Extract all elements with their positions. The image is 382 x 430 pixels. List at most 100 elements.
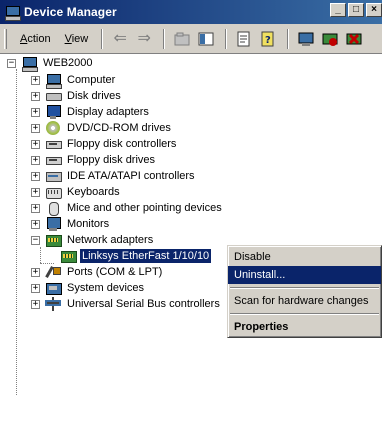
window-title: Device Manager [24, 5, 117, 19]
collapse-expander[interactable]: − [31, 235, 40, 245]
tree-item-label: Display adapters [67, 106, 149, 118]
floppy-controller-icon [45, 136, 62, 152]
tree-item-label: Disk drives [67, 90, 121, 102]
tree-item-label: Monitors [67, 218, 110, 230]
scan-hardware-icon [298, 32, 314, 46]
tree-item-label: Universal Serial Bus controllers [67, 298, 220, 310]
up-folder-icon [174, 32, 190, 45]
system-devices-icon [45, 280, 62, 296]
device-manager-app-icon [4, 4, 21, 21]
tree-item-label: DVD/CD-ROM drives [67, 122, 171, 134]
expand-expander[interactable]: + [31, 107, 40, 117]
tree-item-label: Ports (COM & LPT) [67, 266, 163, 278]
expand-expander[interactable]: + [31, 171, 40, 181]
minimize-button[interactable]: _ [330, 3, 346, 17]
tree-item-keyboards[interactable]: + Keyboards [31, 184, 122, 200]
tree-item-ide-controllers[interactable]: + IDE ATA/ATAPI controllers [31, 168, 197, 184]
scan-hardware-button[interactable] [295, 28, 317, 50]
tree-item-label: Floppy disk drives [67, 154, 156, 166]
network-adapter-icon [60, 248, 77, 264]
tree-item-disk-drives[interactable]: + Disk drives [31, 88, 123, 104]
tree-item-dvd-drives[interactable]: + DVD/CD-ROM drives [31, 120, 173, 136]
context-menu-uninstall[interactable]: Uninstall... [228, 266, 381, 284]
keyboard-icon [45, 184, 62, 200]
uninstall-device-button[interactable] [343, 28, 365, 50]
tree-item-system-devices[interactable]: + System devices [31, 280, 146, 296]
context-menu-separator [230, 313, 379, 315]
tree-item-computer[interactable]: + Computer [31, 72, 117, 89]
tree-item-label: Mice and other pointing devices [67, 202, 222, 214]
context-menu-disable[interactable]: Disable [228, 248, 381, 266]
mouse-icon [45, 200, 61, 216]
title-bar[interactable]: Device Manager _ □ × [0, 0, 382, 24]
collapse-expander[interactable]: − [7, 58, 16, 68]
tree-item-label: System devices [67, 282, 145, 294]
tree-root-row[interactable]: − WEB2000 [7, 55, 95, 72]
expand-expander[interactable]: + [31, 123, 40, 133]
expand-expander[interactable]: + [31, 155, 40, 165]
tree-item-linksys-adapter[interactable]: Linksys EtherFast 1/10/10 [60, 248, 213, 264]
tree-item-label: Network adapters [67, 234, 154, 246]
device-tree[interactable]: − WEB2000 + Computer + Disk drives + Dis… [0, 55, 382, 430]
context-menu: Disable Uninstall... Scan for hardware c… [227, 245, 382, 338]
expand-expander[interactable]: + [31, 219, 40, 229]
tree-item-monitors[interactable]: + Monitors [31, 216, 111, 232]
tree-item-label: Computer [67, 74, 116, 86]
ports-icon [45, 264, 61, 280]
tree-item-mice[interactable]: + Mice and other pointing devices [31, 200, 224, 216]
context-menu-properties[interactable]: Properties [228, 318, 381, 336]
forward-button[interactable]: ⇒ [133, 28, 155, 50]
expand-expander[interactable]: + [31, 267, 40, 277]
tree-root-label: WEB2000 [43, 57, 93, 69]
context-menu-separator [230, 287, 379, 289]
disable-device-icon [322, 33, 338, 46]
menu-action[interactable]: Action [13, 31, 58, 47]
tree-item-display-adapters[interactable]: + Display adapters [31, 104, 151, 120]
disable-device-button[interactable] [319, 28, 341, 50]
tree-item-label-selected: Linksys EtherFast 1/10/10 [78, 248, 213, 264]
tree-item-ports[interactable]: + Ports (COM & LPT) [31, 264, 164, 280]
toolbar-separator [101, 28, 104, 49]
help-icon: ? [261, 31, 274, 46]
svg-text:?: ? [265, 35, 271, 46]
expand-expander[interactable]: + [31, 203, 40, 213]
dvd-drive-icon [45, 120, 61, 136]
expand-expander[interactable]: + [31, 299, 40, 309]
back-button[interactable]: ⇐ [109, 28, 131, 50]
toolbar-separator [225, 28, 228, 49]
tree-line [16, 69, 17, 395]
tree-item-label: Floppy disk controllers [67, 138, 177, 150]
close-button[interactable]: × [366, 3, 382, 17]
expand-expander[interactable]: + [31, 187, 40, 197]
show-hide-tree-button[interactable] [195, 28, 217, 50]
back-arrow-icon: ⇐ [113, 29, 127, 47]
floppy-drive-icon [45, 152, 62, 168]
monitor-icon [45, 216, 61, 232]
display-adapter-icon [45, 104, 61, 120]
tree-item-network-adapters[interactable]: − Network adapters [31, 232, 155, 248]
expand-expander[interactable]: + [31, 91, 40, 101]
forward-arrow-icon: ⇒ [137, 29, 151, 47]
show-hide-tree-icon [198, 32, 214, 45]
window-controls: _ □ × [330, 3, 382, 17]
tree-line [40, 247, 41, 263]
help-button[interactable]: ? [257, 28, 279, 50]
computer-icon [45, 72, 62, 89]
toolbar-separator [287, 28, 290, 49]
uninstall-device-icon [346, 33, 362, 44]
maximize-button[interactable]: □ [348, 3, 364, 17]
context-menu-scan-hardware[interactable]: Scan for hardware changes [228, 292, 381, 310]
properties-button[interactable] [233, 28, 255, 50]
expand-expander[interactable]: + [31, 283, 40, 293]
toolbar-grip[interactable] [4, 28, 7, 49]
tree-item-usb-controllers[interactable]: + Universal Serial Bus controllers [31, 296, 222, 312]
toolbar-separator [163, 28, 166, 49]
menu-view[interactable]: View [58, 31, 96, 47]
up-button[interactable] [171, 28, 193, 50]
ide-controller-icon [45, 168, 62, 184]
properties-icon [237, 31, 250, 46]
tree-item-floppy-drives[interactable]: + Floppy disk drives [31, 152, 157, 168]
expand-expander[interactable]: + [31, 75, 40, 85]
tree-item-floppy-controllers[interactable]: + Floppy disk controllers [31, 136, 178, 152]
expand-expander[interactable]: + [31, 139, 40, 149]
